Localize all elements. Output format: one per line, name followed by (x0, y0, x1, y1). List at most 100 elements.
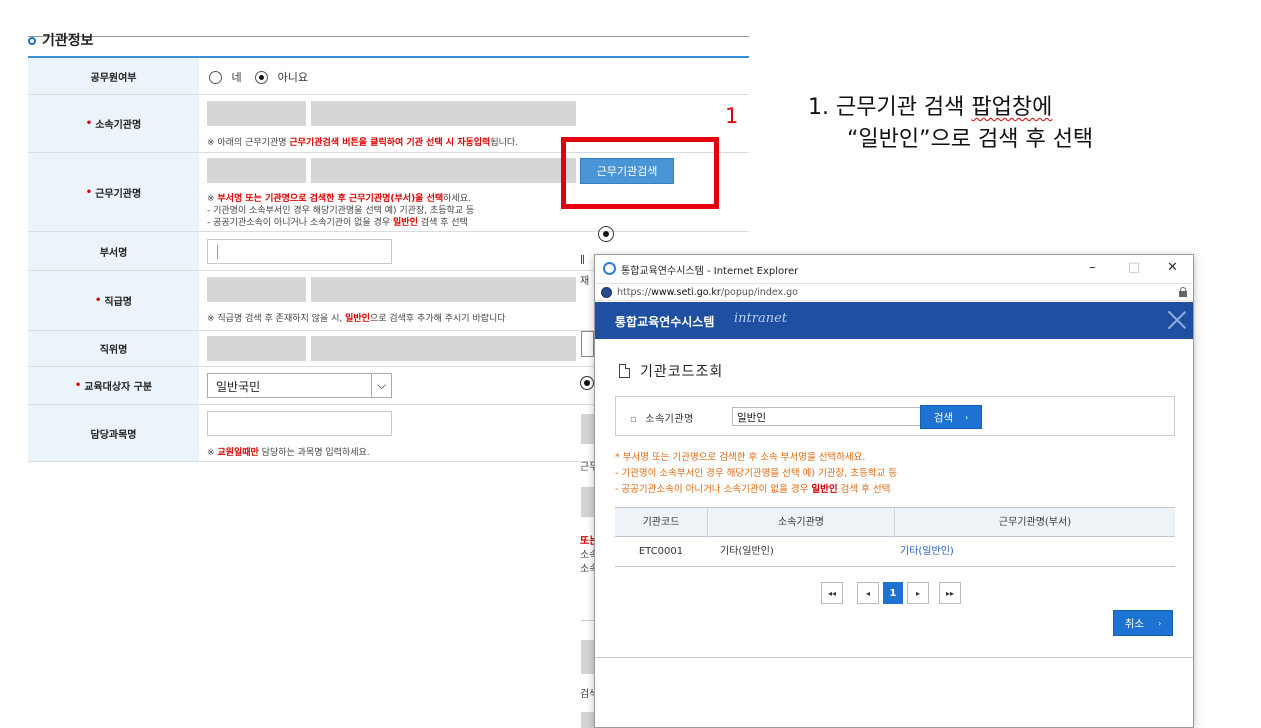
label-text: 소속기관명 (95, 120, 142, 131)
edu-target-value: 일반국민 (216, 380, 261, 394)
cancel-button[interactable]: 취소 › (1113, 610, 1173, 636)
minimize-icon[interactable]: – (1089, 260, 1096, 275)
search-button[interactable]: 검색 › (920, 405, 982, 429)
search-label: ▫ 소속기관명 (630, 414, 694, 425)
label-text: 교육대상자 구분 (84, 382, 153, 393)
note-red: 교원일때만 (217, 448, 259, 458)
note-part: 됩니다. (490, 138, 519, 148)
prev-page-button[interactable]: ◂ (857, 582, 879, 604)
url-part: /popup/index.go (720, 287, 798, 298)
url-part: https:// (617, 287, 652, 298)
first-page-button[interactable]: ◂◂ (821, 582, 843, 604)
workplace-code-field (207, 158, 306, 183)
search-button-label: 검색 (933, 411, 954, 424)
radio-no[interactable] (255, 70, 269, 84)
radio-yes[interactable] (209, 70, 222, 84)
note-red: 일반인 (345, 314, 370, 324)
popup-page-title: 기관코드조회 (619, 361, 723, 381)
last-page-button[interactable]: ▸▸ (939, 582, 961, 604)
position-code-field (207, 336, 306, 361)
header-org: 소속기관명 (778, 517, 824, 528)
label-workplace: • 근무기관명 (28, 153, 199, 231)
search-panel: ▫ 소속기관명 일반인 검색 › (615, 396, 1175, 436)
brand-bar: 통합교육연수시스템 intranet (595, 302, 1193, 339)
label-edu-target: • 교육대상자 구분 (28, 367, 199, 404)
grade-code-field (207, 277, 306, 302)
search-input[interactable]: 일반인 (732, 407, 922, 426)
behind-fragment: ǁ (580, 254, 585, 265)
window-title: 통합교육연수시스템 - Internet Explorer (621, 266, 799, 277)
table-row[interactable]: ETC0001 기타(일반인) 기타(일반인) (615, 537, 1175, 567)
label-text: 직위명 (99, 345, 128, 356)
department-input[interactable] (207, 239, 392, 264)
behind-radio (598, 226, 614, 242)
note-part: 검색 후 선택 (417, 218, 468, 228)
note-part: ※ 직급명 검색 후 존재하지 않을 시, (207, 314, 346, 324)
arrow-right-icon: › (1158, 618, 1162, 628)
behind-gray-block (581, 712, 594, 728)
edu-target-select[interactable]: 일반국민 ⌵ (207, 373, 392, 398)
note-part: ※ 아래의 근무기관명 (207, 138, 290, 148)
next-page-button[interactable]: ▸ (907, 582, 929, 604)
page-1-button[interactable]: 1 (883, 582, 903, 604)
label-public-official: 공무원여부 (28, 58, 199, 94)
url-text: https://www.seti.go.kr/popup/index.go (617, 287, 798, 298)
section-title-text: 기관정보 (42, 33, 94, 49)
popup-footer-divider (595, 657, 1193, 658)
workplace-note-3: - 공공기관소속이 아니거나 소속기관이 없을 경우 일반인 검색 후 선택 (207, 215, 468, 228)
brand-tag: intranet (734, 311, 788, 326)
behind-field (581, 331, 594, 357)
lock-icon (1179, 287, 1187, 297)
popup-note-2: - 기관명이 소속부서인 경우 해당기관명을 선택 예) 기관장, 초등학교 등 (615, 468, 898, 479)
radio-no-label: 아니요 (277, 71, 308, 84)
behind-fragment: 재 (580, 276, 590, 287)
label-subject: 담당과목명 (28, 405, 199, 461)
highlight-number: 1 (725, 104, 739, 128)
popup-title-text: 기관코드조회 (640, 364, 724, 380)
cancel-button-label: 취소 (1124, 617, 1145, 630)
window-titlebar: 통합교육연수시스템 - Internet Explorer – □ ✕ (595, 255, 1193, 283)
note-part: - 공공기관소속이 아니거나 소속기관이 없을 경우 (615, 484, 812, 495)
cell-org: 기타(일반인) (720, 546, 774, 557)
note-part: 으로 검색후 추가해 주시기 바랍니다 (369, 314, 506, 324)
instruction-text: 1. 근무기관 검색 (808, 95, 972, 120)
label-text: 근무기관명 (95, 188, 142, 200)
workplace-name-field (311, 158, 576, 183)
brand-name: 통합교육연수시스템 (615, 315, 715, 329)
close-icon[interactable] (1163, 306, 1191, 334)
highlight-box (561, 137, 719, 209)
label-department: 부서명 (28, 232, 199, 270)
site-globe-icon (601, 287, 612, 298)
chevron-down-icon: ⌵ (371, 374, 391, 397)
cell-dept-link[interactable]: 기타(일반인) (900, 537, 954, 567)
window-close-icon[interactable]: ✕ (1167, 260, 1178, 275)
popup-note-1: * 부서명 또는 기관명으로 검색한 후 소속 부서명을 선택하세요. (615, 452, 866, 463)
label-text: 공무원여부 (90, 72, 137, 84)
subject-input[interactable] (207, 411, 392, 436)
behind-divider (581, 620, 594, 621)
label-affiliation: • 소속기관명 (28, 95, 199, 152)
affiliation-name-field (311, 101, 576, 126)
document-icon (619, 364, 630, 378)
arrow-right-icon: › (965, 412, 969, 422)
public-official-radios: 네 아니요 (209, 69, 308, 85)
cell-code: ETC0001 (638, 546, 684, 557)
url-part: www.seti.go.kr (651, 287, 721, 298)
affiliation-note: ※ 아래의 근무기관명 근무기관검색 버튼을 클릭하여 기관 선택 시 자동입력… (207, 135, 518, 148)
table-header: 기관코드 소속기관명 근무기관명(부서) (615, 507, 1175, 538)
subject-note: ※ 교원일때만 담당하는 과목명 입력하세요. (207, 445, 370, 458)
popup-window: 통합교육연수시스템 - Internet Explorer – □ ✕ http… (594, 254, 1194, 728)
popup-note-3: - 공공기관소속이 아니거나 소속기관이 없을 경우 일반인 검색 후 선택 (615, 481, 890, 495)
behind-gray-block (581, 414, 594, 444)
label-grade: • 직급명 (28, 271, 199, 330)
note-part: - 공공기관소속이 아니거나 소속기관이 없을 경우 (207, 218, 394, 228)
note-red: 근무기관검색 버튼을 클릭하여 기관 선택 시 자동입력 (289, 138, 491, 148)
section-title: 기관정보 (28, 30, 94, 50)
note-part: 검색 후 선택 (837, 484, 891, 495)
header-dept: 근무기관명(부서) (998, 517, 1072, 528)
maximize-icon[interactable]: □ (1128, 260, 1140, 275)
radio-yes-label: 네 (231, 71, 242, 84)
grade-name-field (311, 277, 576, 302)
title-divider (28, 36, 749, 37)
address-bar[interactable]: https://www.seti.go.kr/popup/index.go (595, 283, 1193, 301)
